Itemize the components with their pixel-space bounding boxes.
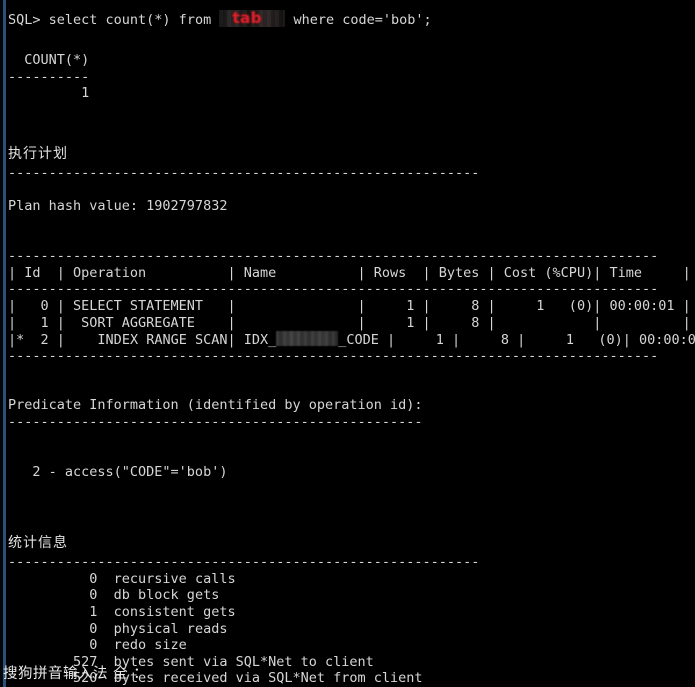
statistic-label: recursive calls [97, 570, 236, 587]
terminal-window: SQL> select count(*) from tab where code… [0, 0, 695, 687]
redacted-index-name [276, 331, 339, 347]
plan-row-index-prefix: IDX_ [243, 332, 277, 349]
blank-line-12 [8, 497, 695, 514]
sql-query-before-table: select count(*) from [40, 12, 220, 28]
statistic-value: 1 [8, 604, 98, 620]
sogou-ime-status-bar[interactable]: 搜狗拼音输入法 全 ： [3, 663, 695, 685]
sql-query-after-table: where code='bob'; [285, 12, 432, 28]
plan-table-row: | 1 | SORT AGGREGATE | | 1 | 8 | | | [8, 314, 691, 331]
plan-table-header: | Id | Operation | Name | Rows | Bytes |… [8, 264, 691, 281]
statistics-heading: 统计信息 [8, 535, 68, 552]
blank-line-9 [8, 431, 695, 448]
sql-prompt-line[interactable]: SQL> select count(*) from tab where code… [8, 10, 695, 28]
blank-line-5 [8, 215, 695, 232]
blank-line-13 [8, 514, 695, 531]
plan-table-header-rule: ----------------------------------------… [8, 281, 659, 298]
plan-table-bottom-rule: ----------------------------------------… [8, 347, 659, 364]
statistic-row: 0 db block gets [8, 587, 695, 604]
statistics-rule: ----------------------------------------… [8, 554, 480, 571]
exec-plan-heading: 执行计划 [8, 146, 68, 163]
statistic-row: 0 physical reads [8, 621, 695, 638]
statistic-row: 1 consistent gets [8, 604, 695, 621]
plan-row-marker: |* [8, 332, 25, 349]
result-column-rule: ---------- [8, 68, 90, 85]
blank-line-2 [8, 102, 695, 119]
plan-row-operation: INDEX RANGE SCAN [73, 332, 228, 349]
plan-table-top-rule: ----------------------------------------… [8, 248, 659, 265]
statistic-value: 0 [8, 587, 98, 604]
plan-table-row: | 0 | SELECT STATEMENT | | 1 | 8 | 1 (0)… [8, 297, 691, 314]
plan-hash-value: Plan hash value: 1902797832 [8, 198, 228, 215]
statistic-value: 0 [8, 637, 98, 654]
blank-line-6 [8, 232, 695, 249]
redacted-table-name: tab [219, 10, 286, 27]
plan-row-sep-1: | [227, 332, 244, 349]
predicate-entry: 2 - access("CODE"='bob') [8, 463, 228, 480]
result-column-header: COUNT(*) [8, 52, 90, 69]
terminal-screen: SQL> select count(*) from tab where code… [8, 0, 695, 687]
plan-row-rest: | 1 | 8 | 1 (0)| 00:00:01 | [378, 332, 695, 349]
result-value-row: 1 [8, 85, 90, 102]
statistic-row: 0 recursive calls [8, 571, 695, 588]
statistic-label: db block gets [97, 587, 220, 604]
statistic-label: redo size [97, 637, 187, 654]
blank-line-1 [8, 27, 695, 44]
statistic-label: physical reads [97, 620, 228, 637]
window-left-edge[interactable] [3, 0, 6, 687]
blank-line-10 [8, 447, 695, 464]
statistic-value: 0 [8, 570, 98, 587]
statistic-value: 0 [8, 620, 98, 637]
blank-line-4 [8, 182, 695, 199]
exec-plan-rule: ----------------------------------------… [8, 165, 480, 182]
blank-line-7 [8, 364, 695, 381]
statistic-row: 0 redo size [8, 637, 695, 654]
plan-row-id-cell: 2 | [24, 332, 74, 349]
redacted-table-name-text: tab [232, 10, 262, 27]
predicate-information-rule: ----------------------------------------… [8, 414, 423, 431]
predicate-information-heading: Predicate Information (identified by ope… [8, 397, 423, 414]
plan-table-row: |* 2 | INDEX RANGE SCAN| IDX_ _CODE | 1 |… [8, 331, 695, 348]
plan-row-index-suffix: _CODE [338, 332, 379, 349]
sql-prompt: SQL> [8, 12, 41, 28]
blank-line-8 [8, 381, 695, 398]
blank-line-11 [8, 480, 695, 497]
statistic-label: consistent gets [97, 604, 236, 620]
blank-line-3 [8, 119, 695, 136]
